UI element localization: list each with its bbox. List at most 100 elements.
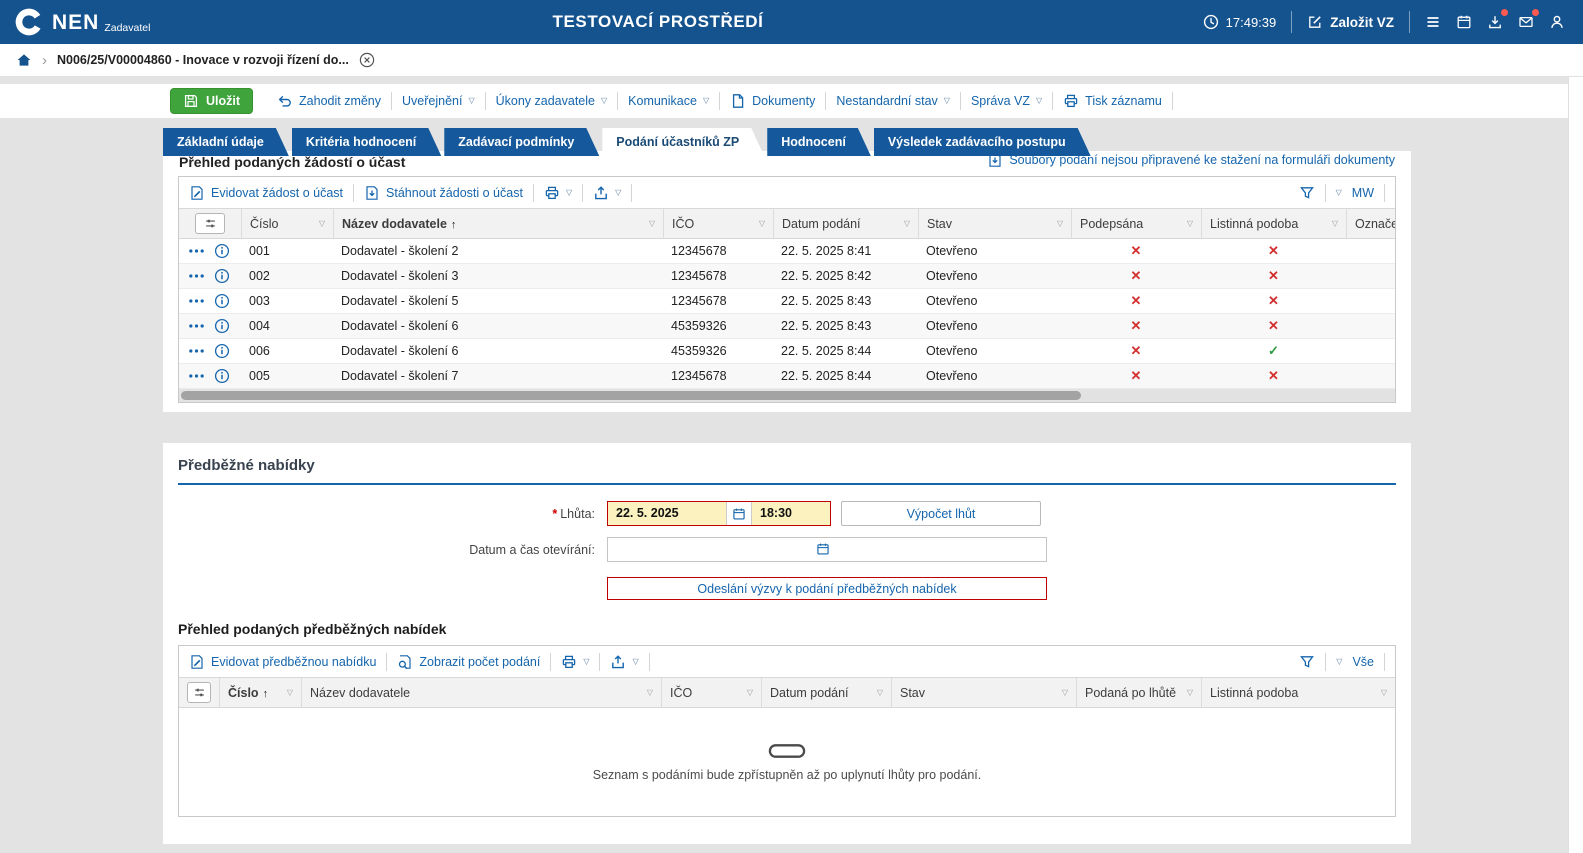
calendar-button[interactable] (1456, 14, 1472, 30)
calc-deadlines-button[interactable]: Výpočet lhůt (841, 501, 1041, 526)
table-row[interactable]: 002 Dodavatel - školení 3 12345678 22. 5… (179, 264, 1395, 289)
nen-home-link[interactable]: NEN Zadavatel (14, 7, 150, 37)
column-settings-button[interactable] (195, 213, 225, 234)
table-row[interactable]: 005 Dodavatel - školení 7 12345678 22. 5… (179, 364, 1395, 389)
row-menu-icon[interactable] (188, 298, 205, 304)
register-request-button[interactable]: Evidovat žádost o účast (189, 185, 343, 201)
col-header-listinna-podoba[interactable]: Listinná podoba (1201, 209, 1346, 238)
print-record-button[interactable]: Tisk záznamu (1053, 93, 1172, 109)
discard-changes-button[interactable]: Zahodit změny (267, 93, 391, 109)
profile-button[interactable] (1549, 14, 1565, 30)
filter-caret-icon[interactable] (287, 688, 293, 697)
filter-caret-icon[interactable] (1187, 688, 1193, 697)
contracting-actions-menu-button[interactable]: Úkony zadavatele (486, 94, 618, 108)
row-menu-icon[interactable] (188, 248, 205, 254)
publish-menu-button[interactable]: Uveřejnění (392, 94, 485, 108)
scrollbar-thumb[interactable] (181, 391, 1081, 400)
create-vz-button[interactable]: Založit VZ (1307, 14, 1394, 30)
filter-preset-label[interactable]: Vše (1352, 655, 1374, 669)
tab-podani-ucastniku-zp[interactable]: Podání účastníků ZP (602, 128, 764, 156)
row-menu-icon[interactable] (188, 323, 205, 329)
col-header-ico[interactable]: IČO (661, 678, 761, 707)
send-invitation-button[interactable]: Odeslání výzvy k podání předběžných nabí… (607, 577, 1047, 600)
table-row[interactable]: 006 Dodavatel - školení 6 45359326 22. 5… (179, 339, 1395, 364)
info-icon[interactable] (214, 343, 230, 359)
show-submission-count-button[interactable]: Zobrazit počet podání (397, 654, 540, 670)
print-table-button[interactable] (561, 654, 589, 670)
col-header-stav[interactable]: Stav (918, 209, 1071, 238)
home-icon[interactable] (16, 52, 32, 68)
info-icon[interactable] (214, 243, 230, 259)
table-row[interactable]: 003 Dodavatel - školení 5 12345678 22. 5… (179, 289, 1395, 314)
col-header-cislo[interactable]: Číslo (219, 678, 301, 707)
downloads-button[interactable] (1487, 14, 1503, 30)
table-row[interactable]: 004 Dodavatel - školení 6 45359326 22. 5… (179, 314, 1395, 339)
filter-caret-icon[interactable] (649, 219, 655, 228)
row-menu-icon[interactable] (188, 348, 205, 354)
export-icon (593, 185, 609, 201)
filter-preset-caret[interactable] (1336, 658, 1342, 666)
filter-caret-icon[interactable] (904, 219, 910, 228)
col-header-listinna-podoba[interactable]: Listinná podoba (1201, 678, 1395, 707)
filter-preset-caret[interactable] (1336, 189, 1342, 197)
table-row[interactable]: 001 Dodavatel - školení 2 12345678 22. 5… (179, 239, 1395, 264)
col-header-nazev-dodavatele[interactable]: Název dodavatele (333, 209, 663, 238)
filter-icon[interactable] (1299, 654, 1315, 670)
filter-caret-icon[interactable] (1062, 688, 1068, 697)
manage-vz-menu-button[interactable]: Správa VZ (961, 94, 1052, 108)
col-header-ico[interactable]: IČO (663, 209, 773, 238)
nonstandard-state-menu-button[interactable]: Nestandardní stav (826, 94, 960, 108)
filter-caret-icon[interactable] (747, 688, 753, 697)
print-table-button[interactable] (544, 185, 572, 201)
export-table-button[interactable] (593, 185, 621, 201)
col-header-datum-podani[interactable]: Datum podání (761, 678, 891, 707)
tab-hodnoceni[interactable]: Hodnocení (767, 128, 871, 156)
row-menu-icon[interactable] (188, 273, 205, 279)
col-header-podepsana[interactable]: Podepsána (1071, 209, 1201, 238)
messages-button[interactable] (1518, 14, 1534, 30)
tab-vysledek-zadavaciho-postupu[interactable]: Výsledek zadávacího postupu (874, 128, 1091, 156)
filter-caret-icon[interactable] (647, 688, 653, 697)
info-icon[interactable] (214, 268, 230, 284)
row-menu-icon[interactable] (188, 373, 205, 379)
filter-caret-icon[interactable] (759, 219, 765, 228)
filter-icon[interactable] (1299, 185, 1315, 201)
communication-menu-button[interactable]: Komunikace (618, 94, 719, 108)
register-offer-button[interactable]: Evidovat předběžnou nabídku (189, 654, 376, 670)
filter-preset-label[interactable]: MW (1352, 186, 1374, 200)
filter-caret-icon[interactable] (319, 219, 325, 228)
info-icon[interactable] (214, 293, 230, 309)
save-button[interactable]: Uložit (170, 88, 253, 114)
col-header-podana-po-lhute[interactable]: Podaná po lhůtě (1076, 678, 1201, 707)
deadline-calendar-button[interactable] (726, 502, 752, 525)
documents-button[interactable]: Dokumenty (720, 93, 825, 109)
column-settings-button[interactable] (187, 682, 211, 703)
info-icon[interactable] (214, 318, 230, 334)
deadline-date-input[interactable]: 22. 5. 2025 (608, 502, 726, 525)
export-table-button[interactable] (610, 654, 638, 670)
tab-zakladni-udaje[interactable]: Základní údaje (163, 128, 289, 156)
opening-datetime-input[interactable] (607, 537, 1047, 562)
col-header-datum-podani[interactable]: Datum podání (773, 209, 918, 238)
col-header-nazev-dodavatele[interactable]: Název dodavatele (301, 678, 661, 707)
col-header-stav[interactable]: Stav (891, 678, 1076, 707)
col-header-oznaceni[interactable]: Označe (1346, 209, 1395, 238)
info-icon[interactable] (214, 368, 230, 384)
filter-caret-icon[interactable] (1332, 219, 1338, 228)
calendar-icon[interactable] (816, 542, 830, 556)
cell-ico: 12345678 (663, 239, 773, 263)
tab-kriteria-hodnoceni[interactable]: Kritéria hodnocení (292, 128, 441, 156)
page-scrollbar[interactable] (1568, 44, 1583, 853)
horizontal-scrollbar[interactable] (179, 389, 1395, 402)
filter-caret-icon[interactable] (1381, 688, 1387, 697)
filter-caret-icon[interactable] (877, 688, 883, 697)
col-header-cislo[interactable]: Číslo (241, 209, 333, 238)
deadline-time-input[interactable]: 18:30 (752, 502, 830, 525)
tab-zadavaci-podminky[interactable]: Zadávací podmínky (444, 128, 599, 156)
filter-caret-icon[interactable] (1187, 219, 1193, 228)
filter-caret-icon[interactable] (1057, 219, 1063, 228)
download-requests-button[interactable]: Stáhnout žádosti o účast (364, 185, 523, 201)
main-menu-button[interactable] (1425, 14, 1441, 30)
close-record-icon[interactable] (359, 52, 375, 68)
breadcrumb-record[interactable]: N006/25/V00004860 - Inovace v rozvoji ří… (57, 53, 349, 67)
